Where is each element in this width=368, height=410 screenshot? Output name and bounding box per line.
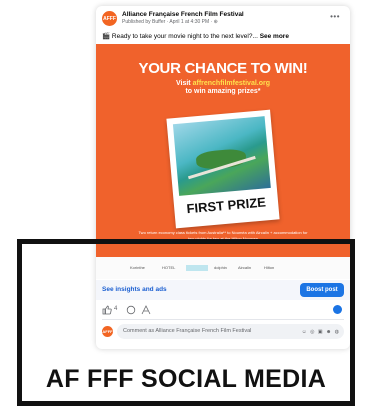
see-more-link[interactable]: See more bbox=[260, 33, 289, 40]
page-name[interactable]: Alliance Française French Film Festival bbox=[122, 11, 244, 18]
promo-subtitle: Visit affrenchfilmfestival.org to win am… bbox=[96, 80, 350, 96]
promo-title: YOUR CHANCE TO WIN! bbox=[138, 60, 308, 77]
post-text: 🎬 Ready to take your movie night to the … bbox=[102, 32, 289, 40]
resort-photo bbox=[172, 116, 271, 196]
promo-image[interactable]: YOUR CHANCE TO WIN! Visit affrenchfilmfe… bbox=[96, 44, 350, 257]
promo-visit-text: Visit bbox=[175, 80, 193, 87]
promo-link: affrenchfilmfestival.org bbox=[192, 80, 271, 87]
more-dots-icon[interactable]: ••• bbox=[330, 12, 340, 21]
polaroid-photo: FIRST PRIZE bbox=[166, 109, 280, 229]
page-avatar[interactable]: AFFF bbox=[102, 11, 117, 26]
first-prize-label: FIRST PRIZE bbox=[185, 194, 267, 217]
post-meta: Published by Buffer · April 1 at 4:30 PM… bbox=[122, 19, 218, 25]
caption-title: AF FFF SOCIAL MEDIA bbox=[45, 365, 327, 393]
promo-prizes-text: to win amazing prizes* bbox=[185, 88, 261, 95]
post-body-text: 🎬 Ready to take your movie night to the … bbox=[102, 33, 258, 40]
